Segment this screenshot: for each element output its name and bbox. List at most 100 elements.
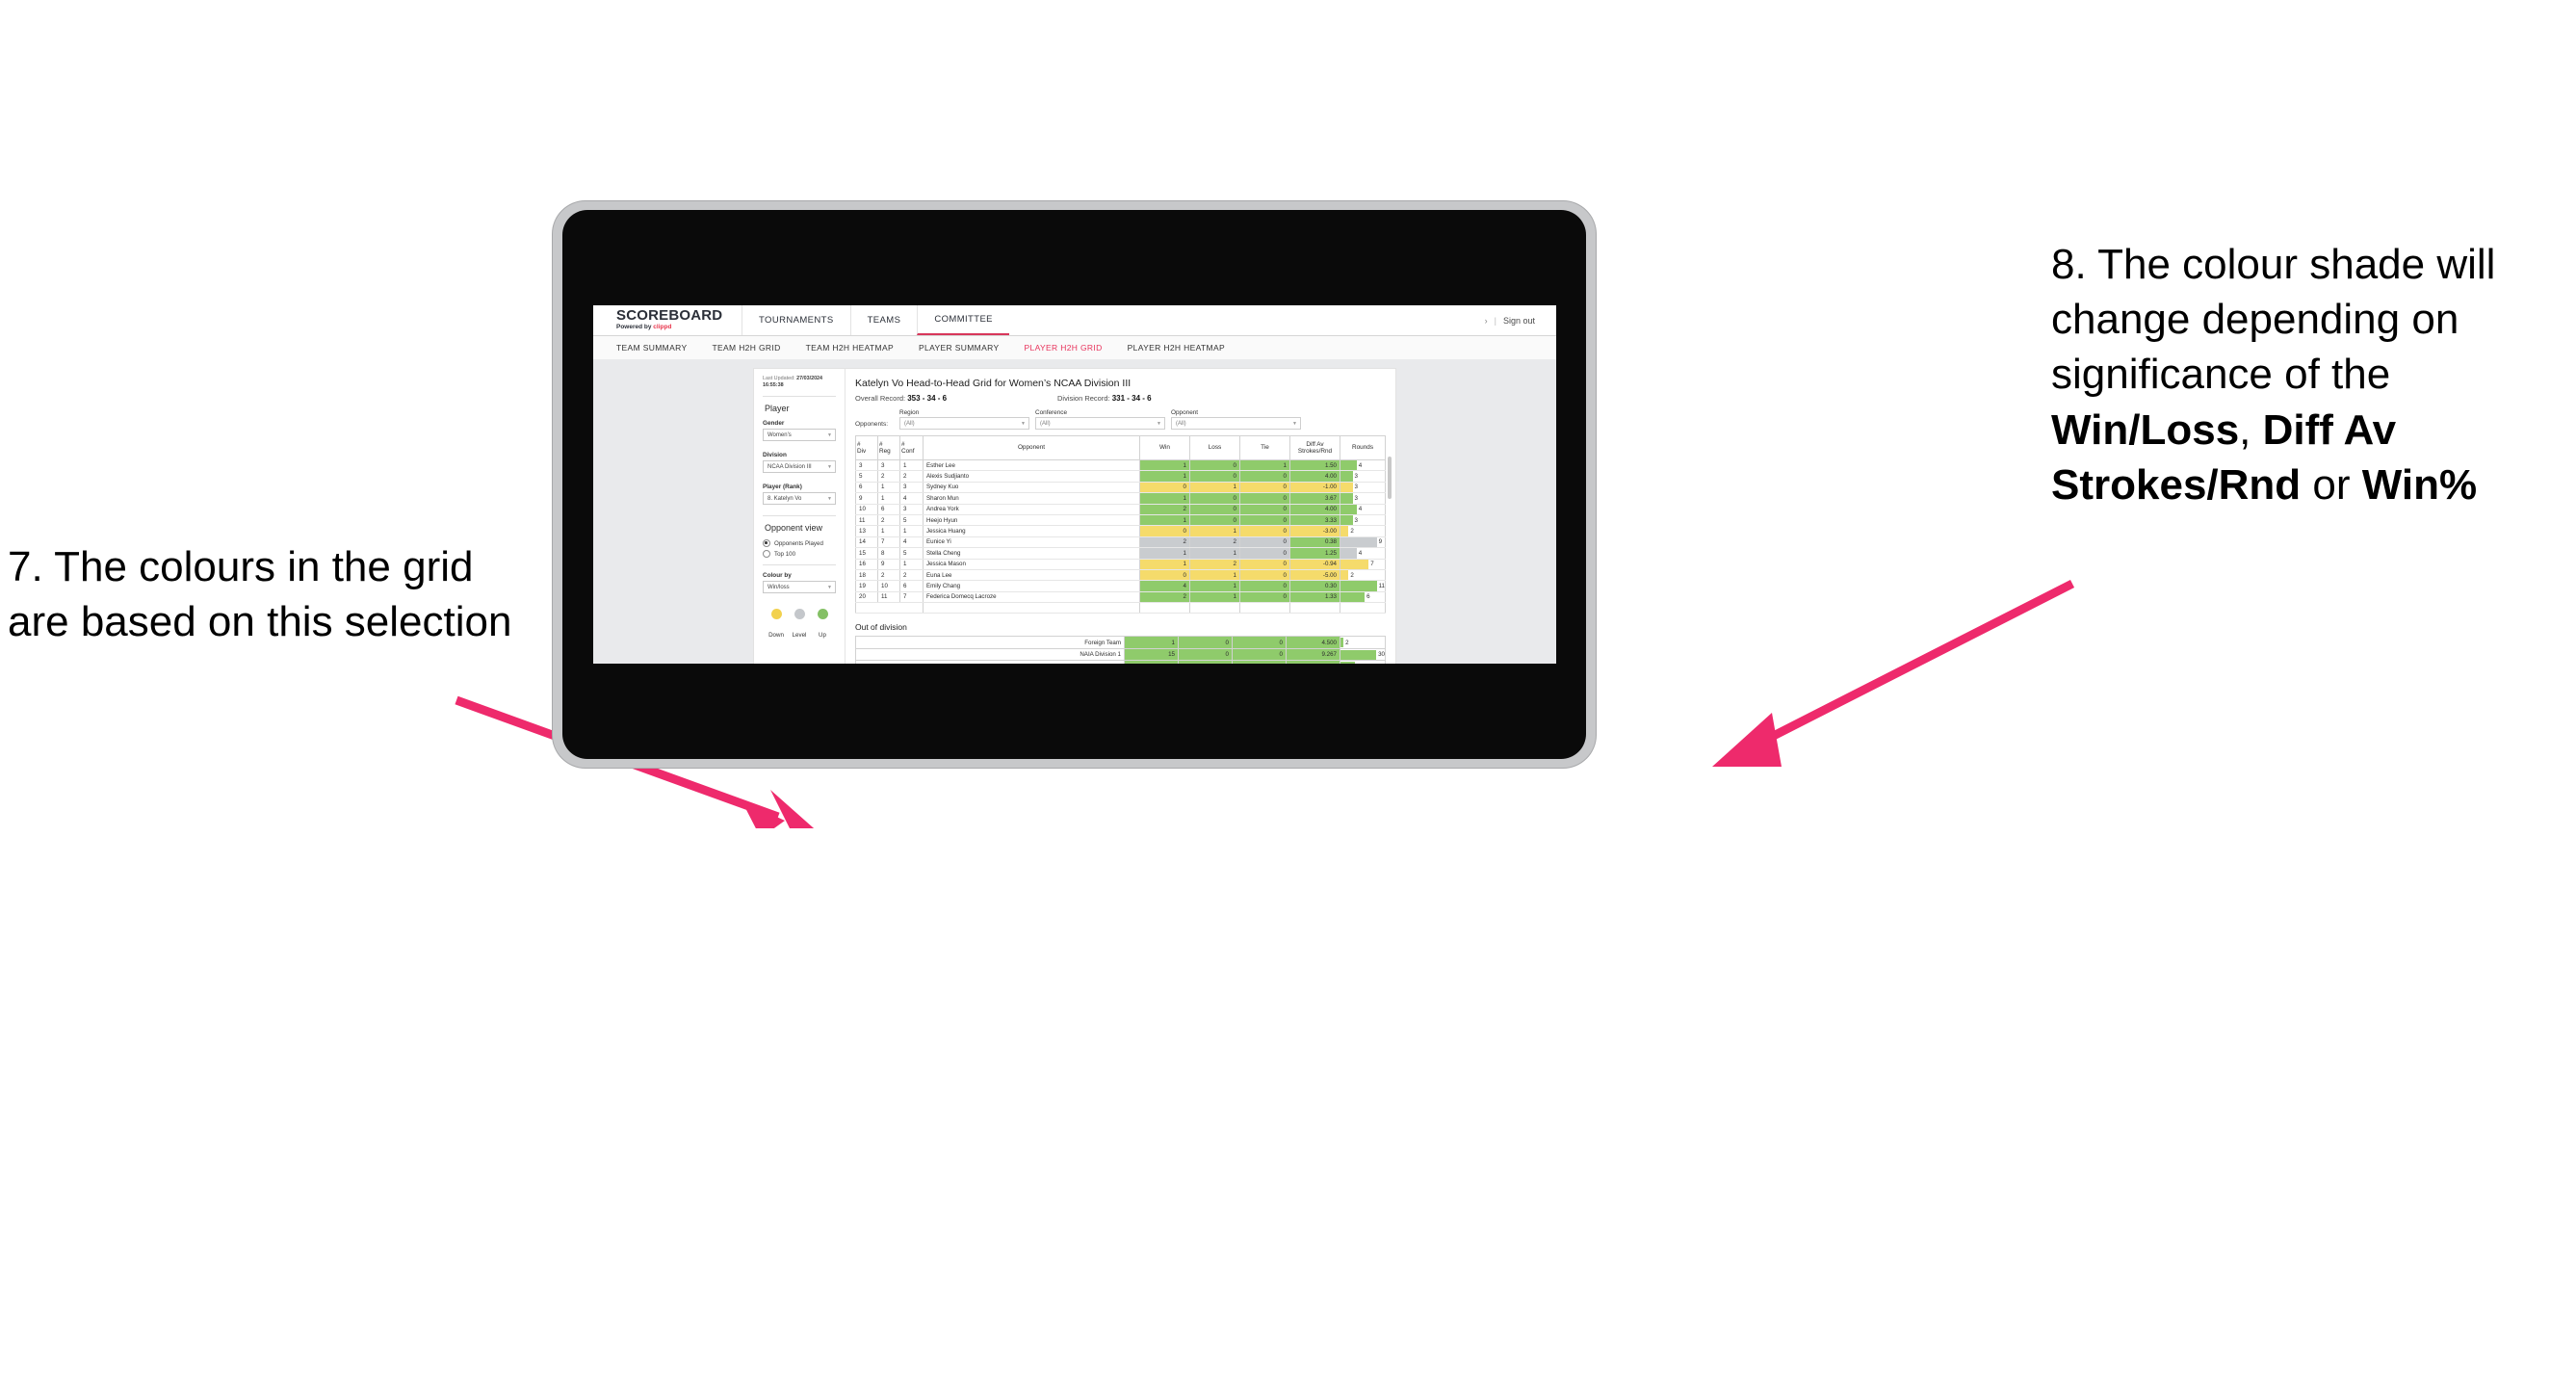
col-conf-line1: # [901,440,905,448]
radio-opponents-played[interactable]: Opponents Played [763,539,836,547]
brand-logo[interactable]: SCOREBOARD Powered by clippd [593,305,742,335]
region-filter-select[interactable]: (All) ▼ [899,417,1029,430]
grid-cell-reg: 11 [877,591,900,604]
expand-chevron-icon[interactable]: › [1485,316,1488,326]
grid-cell-diff: 1.25 [1289,547,1340,560]
subnav-player-h2h-heatmap[interactable]: PLAYER H2H HEATMAP [1128,343,1240,353]
col-reg: # Reg [877,435,900,460]
gender-select-value: Women’s [768,431,792,438]
annotation-7: 7. The colours in the grid are based on … [8,539,528,649]
grid-cell-loss: 2 [1189,536,1240,549]
record-summary: Overall Record: 353 - 34 - 6 Division Re… [855,394,1386,403]
grid-cell-empty [1139,602,1190,615]
grid-cell-empty [1189,602,1240,615]
table-row[interactable]: 15 8 5 Stella Cheng 1 1 0 1.25 4 [855,547,1386,560]
table-row[interactable]: 20 11 7 Federica Domecq Lacroze 2 1 0 1.33 6 [855,591,1386,604]
subnav-team-h2h-heatmap[interactable]: TEAM H2H HEATMAP [806,343,909,353]
legend-item-down: Down [765,609,788,641]
ood-cell-loss: 0 [1178,647,1233,662]
grid-cell-opponent: Federica Domecq Lacroze [923,591,1140,604]
table-row[interactable]: 16 9 1 Jessica Mason 1 2 0 -0.94 7 [855,559,1386,570]
nav-committee[interactable]: COMMITTEE [917,305,1009,335]
subnav-team-summary[interactable]: TEAM SUMMARY [616,343,702,353]
chevron-down-icon: ▼ [827,431,832,438]
primary-nav: TOURNAMENTS TEAMS COMMITTEE [742,305,1009,335]
col-tie-label: Tie [1261,444,1269,452]
grid-cell-div: 19 [855,580,878,592]
subnav-player-summary[interactable]: PLAYER SUMMARY [919,343,1014,353]
rounds-value: 3 [1354,484,1358,491]
subnav-player-h2h-grid[interactable]: PLAYER H2H GRID [1024,343,1117,353]
conference-filter-select[interactable]: (All) ▼ [1035,417,1165,430]
colour-legend: Down Level Up [763,609,836,641]
grid-cell-reg: 6 [877,504,900,515]
grid-cell-rounds: 4 [1340,547,1386,560]
grid-cell-rounds: 2 [1340,569,1386,582]
table-row[interactable]: 9 1 4 Sharon Mun 1 0 0 3.67 3 [855,492,1386,505]
table-row[interactable]: 6 1 3 Sydney Kuo 0 1 0 -1.00 3 [855,482,1386,494]
player-rank-select-value: 8. Katelyn Vo [768,495,802,502]
grid-cell-reg: 8 [877,547,900,560]
ood-cell-loss: 0 [1178,660,1233,664]
grid-cell-rounds: 4 [1340,459,1386,472]
ood-cell-diff: 4.500 [1286,636,1340,649]
grid-cell-tie: 0 [1239,482,1290,494]
grid-cell-div: 11 [855,514,878,527]
grid-cell-opponent: Emily Chang [923,580,1140,592]
opponent-filter-row: Opponents: Region (All) ▼ Conference (Al… [855,409,1386,430]
colour-by-select[interactable]: Win/loss ▼ [763,581,836,593]
page-title: Katelyn Vo Head-to-Head Grid for Women’s… [855,378,1132,389]
radio-unselected-icon [763,550,770,558]
divider: | [1494,315,1496,326]
radio-top-100[interactable]: Top 100 [763,550,836,558]
table-row[interactable]: 10 6 3 Andrea York 2 0 0 4.00 4 [855,504,1386,515]
nav-teams[interactable]: TEAMS [849,305,918,335]
table-row[interactable]: 11 2 5 Heejo Hyun 1 0 0 3.33 3 [855,514,1386,527]
grid-cell-opponent: Eunice Yi [923,536,1140,549]
annotation-8-bold-winpct: Win% [2361,460,2478,509]
table-row-empty [855,602,1386,615]
overall-record-label: Overall Record: [855,394,906,403]
grid-cell-tie: 0 [1239,547,1290,560]
grid-cell-div: 5 [855,470,878,483]
grid-cell-conf: 5 [899,547,924,560]
conference-filter-value: (All) [1040,420,1051,427]
division-select[interactable]: NCAA Division III ▼ [763,460,836,473]
rounds-value: 4 [1358,461,1363,469]
table-row[interactable]: 19 10 6 Emily Chang 4 1 0 0.30 11 [855,580,1386,592]
grid-cell-reg: 2 [877,470,900,483]
player-section-heading: Player [765,404,790,413]
grid-cell-rounds: 3 [1340,482,1386,494]
grid-cell-conf: 5 [899,514,924,527]
grid-cell-conf: 4 [899,536,924,549]
table-row[interactable]: 3 3 1 Esther Lee 1 0 1 1.50 4 [855,459,1386,472]
table-row[interactable]: 5 2 2 Alexis Sudjianto 1 0 0 4.00 3 [855,470,1386,483]
table-row[interactable]: 18 2 2 Euna Lee 0 1 0 -5.00 2 [855,569,1386,582]
chevron-down-icon: ▼ [1021,420,1026,427]
nav-tournaments[interactable]: TOURNAMENTS [742,305,850,335]
grid-cell-div: 14 [855,536,878,549]
grid-cell-conf: 1 [899,559,924,570]
legend-label-up: Up [819,632,826,639]
table-row[interactable]: 13 1 1 Jessica Huang 0 1 0 -3.00 2 [855,525,1386,537]
opponent-filter-select[interactable]: (All) ▼ [1171,417,1301,430]
player-rank-select[interactable]: 8. Katelyn Vo ▼ [763,492,836,505]
table-row[interactable]: 14 7 4 Eunice Yi 2 2 0 0.38 9 [855,536,1386,549]
grid-cell-div: 15 [855,547,878,560]
subnav-team-h2h-grid[interactable]: TEAM H2H GRID [712,343,795,353]
divider [763,515,836,516]
signout-link[interactable]: Sign out [1503,316,1535,326]
col-opponent: Opponent [923,435,1140,460]
grid-cell-diff: 0.30 [1289,580,1340,592]
grid-cell-reg: 7 [877,536,900,549]
brand-name: SCOREBOARD [616,307,723,324]
table-row[interactable]: NCAA Division 25007.40010 [855,660,1386,664]
col-diff-line1: Diff Av [1306,440,1324,448]
table-row[interactable]: Foreign Team 1 0 0 4.500 2 [855,636,1386,649]
grid-cell-win: 1 [1139,492,1190,505]
table-row[interactable]: NAIA Division 1 15 0 0 9.267 30 [855,647,1386,662]
grid-cell-conf: 7 [899,591,924,604]
grid-scrollbar[interactable] [1388,457,1392,499]
gender-select[interactable]: Women’s ▼ [763,429,836,441]
grid-cell-reg: 1 [877,482,900,494]
